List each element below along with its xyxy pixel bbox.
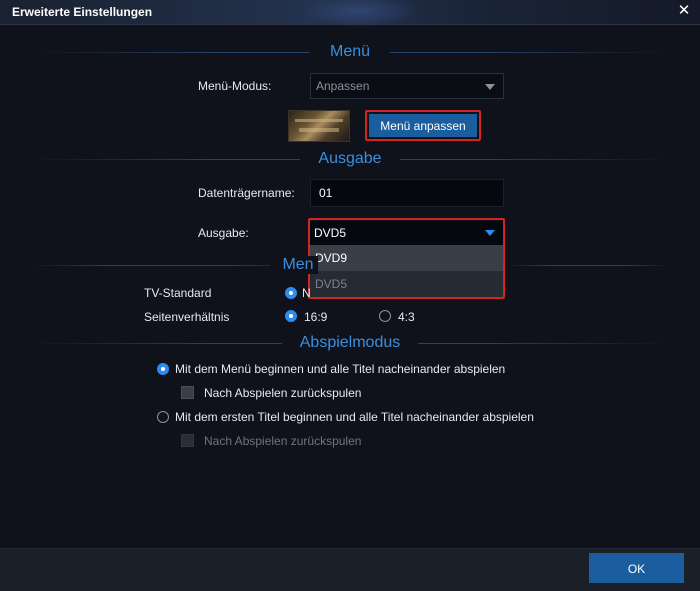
tv-standard-label: TV-Standard: [144, 286, 212, 300]
window-title: Erweiterte Einstellungen: [12, 5, 153, 19]
highlight-box: [308, 218, 505, 299]
tv-standard-value: N: [302, 286, 311, 300]
aspect-4-3-label: 4:3: [398, 310, 415, 324]
disc-name-label: Datenträgername:: [198, 186, 295, 200]
aspect-16-9-label: 16:9: [304, 310, 328, 324]
menu-mode-label: Menü-Modus:: [198, 79, 272, 93]
menu-mode-select[interactable]: Anpassen: [310, 73, 504, 99]
rewind-checkbox-1[interactable]: [181, 386, 194, 399]
disc-name-input[interactable]: 01: [310, 179, 504, 207]
rewind-label-1: Nach Abspielen zurückspulen: [204, 386, 362, 400]
playback-option2-radio[interactable]: [157, 411, 169, 423]
menu-mode-value: Anpassen: [316, 79, 370, 93]
customize-menu-button[interactable]: Menü anpassen: [369, 114, 477, 137]
output-label: Ausgabe:: [198, 226, 249, 240]
aspect-ratio-label: Seitenverhältnis: [144, 310, 230, 324]
aspect-16-9-radio[interactable]: [285, 310, 297, 322]
section-title-output: Ausgabe: [300, 150, 400, 168]
close-icon[interactable]: ✕: [676, 3, 692, 19]
playback-option1-radio[interactable]: [157, 363, 169, 375]
menu-thumbnail: [288, 110, 350, 142]
ok-button[interactable]: OK: [589, 553, 684, 583]
title-bar-decoration: [300, 0, 420, 28]
title-bar: Erweiterte Einstellungen ✕: [0, 0, 700, 28]
chevron-down-icon: [485, 84, 495, 90]
playback-option1-label: Mit dem Menü beginnen und alle Titel nac…: [175, 362, 506, 376]
section-title-playback: Abspielmodus: [282, 334, 418, 352]
aspect-4-3-radio[interactable]: [379, 310, 391, 322]
section-divider: [30, 265, 308, 266]
playback-option2-label: Mit dem ersten Titel beginnen und alle T…: [175, 410, 534, 424]
rewind-label-2: Nach Abspielen zurückspulen: [204, 434, 362, 448]
rewind-checkbox-2[interactable]: [181, 434, 194, 447]
section-title-media: Men: [270, 256, 318, 274]
section-divider: [505, 265, 670, 266]
tv-standard-radio[interactable]: [285, 287, 297, 299]
section-title-menu: Menü: [310, 43, 390, 61]
